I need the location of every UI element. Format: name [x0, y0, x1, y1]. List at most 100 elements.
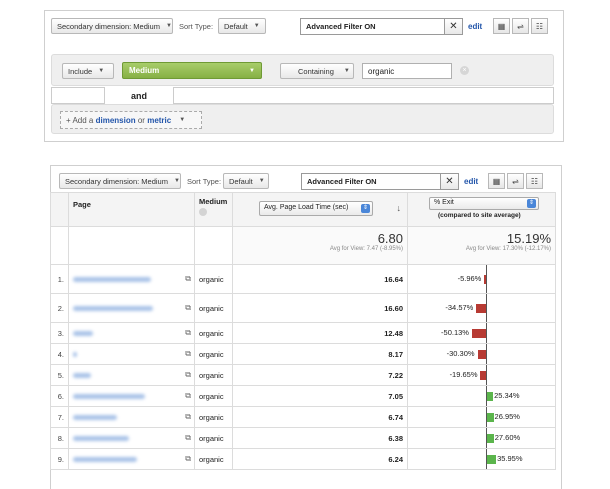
table-row[interactable]: 8. ⧉ organic 6.38 27.60% [50, 427, 556, 449]
advanced-filter-field[interactable]: Advanced Filter ON [301, 173, 441, 190]
table-row[interactable]: 4. ⧉ organic 8.17 -30.30% [50, 343, 556, 365]
page-cell[interactable]: ⧉ [68, 406, 195, 428]
header-page[interactable]: Page [68, 192, 195, 227]
include-label: Include [68, 66, 93, 76]
include-select[interactable]: Include ▼ [62, 63, 114, 79]
totals-metric: 6.80 Avg for View: 7.47 (-8.95%) [232, 226, 408, 265]
filter-text-input[interactable]: organic [362, 63, 452, 79]
page-cell[interactable]: ⧉ [68, 427, 195, 449]
table-row[interactable]: 5. ⧉ organic 7.22 -19.65% [50, 364, 556, 386]
secondary-dimension-label: Secondary dimension: Medium [65, 176, 168, 186]
external-link-icon[interactable]: ⧉ [185, 349, 191, 359]
compare-cell: 27.60% [407, 427, 556, 449]
table-row[interactable]: 1. ⧉ organic 16.64 -5.96% [50, 264, 556, 294]
page-cell[interactable]: ⧉ [68, 343, 195, 365]
edit-filter-link[interactable]: edit [464, 177, 478, 186]
table-row[interactable]: 6. ⧉ organic 7.05 25.34% [50, 385, 556, 407]
page-link[interactable] [73, 351, 77, 357]
filter-panel: Secondary dimension: Medium ▼ Sort Type: … [44, 10, 564, 142]
external-link-icon[interactable]: ⧉ [185, 303, 191, 313]
and-right-input[interactable] [173, 87, 554, 104]
zero-axis [486, 449, 487, 469]
compare-total-note: Avg for View: 17.30% (-12.17%) [465, 246, 551, 252]
medium-cell: organic [194, 448, 233, 470]
page-cell[interactable]: ⧉ [68, 293, 195, 323]
compare-cell: -50.13% [407, 322, 556, 344]
medium-cell: organic [194, 264, 233, 294]
row-index: 6. [50, 385, 69, 407]
page-cell[interactable]: ⧉ [68, 448, 195, 470]
and-left-input[interactable] [51, 87, 105, 104]
add-metric-link[interactable]: metric [147, 116, 171, 125]
header-metric[interactable]: Avg. Page Load Time (sec) ⇕ ↓ [232, 192, 408, 227]
page-link[interactable] [73, 393, 145, 399]
header-medium[interactable]: Medium [194, 192, 233, 227]
external-link-icon[interactable]: ⧉ [185, 328, 191, 338]
table-row[interactable]: 9. ⧉ organic 6.24 35.95% [50, 448, 556, 470]
page-link[interactable] [73, 276, 151, 282]
row-index: 8. [50, 427, 69, 449]
sort-type-select[interactable]: Default ▼ [223, 173, 269, 189]
row-index: 7. [50, 406, 69, 428]
select-arrows-icon: ⇕ [361, 204, 370, 213]
compare-select[interactable]: % Exit ⇕ [429, 197, 539, 210]
page-cell[interactable]: ⧉ [68, 385, 195, 407]
table-row[interactable]: 2. ⧉ organic 16.60 -34.57% [50, 293, 556, 323]
sort-type-select[interactable]: Default ▼ [218, 18, 266, 34]
external-link-icon[interactable]: ⧉ [185, 370, 191, 380]
page-link[interactable] [73, 414, 117, 420]
remove-rule-icon[interactable]: × [460, 66, 469, 75]
page-cell[interactable]: ⧉ [68, 364, 195, 386]
external-link-icon[interactable]: ⧉ [185, 274, 191, 284]
compare-cell: -30.30% [407, 343, 556, 365]
page-link[interactable] [73, 372, 91, 378]
negative-bar [471, 329, 486, 338]
metric-value: 6.74 [232, 406, 408, 428]
sort-type-value: Default [229, 176, 253, 186]
view-compare-button[interactable]: ⇌ [507, 173, 524, 189]
external-link-icon[interactable]: ⧉ [185, 454, 191, 464]
chevron-down-icon: ▼ [253, 23, 260, 29]
secondary-dimension-select[interactable]: Secondary dimension: Medium ▼ [51, 18, 173, 34]
edit-filter-link[interactable]: edit [468, 22, 482, 31]
add-dimension-metric-button[interactable]: + Add a dimension or metric ▼ [60, 111, 202, 129]
external-link-icon[interactable]: ⧉ [185, 391, 191, 401]
clear-filter-button[interactable]: ✕ [441, 173, 459, 190]
page-link[interactable] [73, 305, 153, 311]
dimension-select[interactable]: Medium ▼ [122, 62, 262, 79]
external-link-icon[interactable]: ⧉ [185, 433, 191, 443]
view-pivot-button[interactable]: ☷ [531, 18, 548, 34]
secondary-dimension-select[interactable]: Secondary dimension: Medium ▼ [59, 173, 181, 189]
chevron-down-icon: ▼ [343, 68, 350, 74]
sort-descending-icon[interactable]: ↓ [397, 203, 402, 213]
page-link[interactable] [73, 456, 137, 462]
external-link-icon[interactable]: ⧉ [185, 412, 191, 422]
page-link[interactable] [73, 330, 93, 336]
advanced-filter-field[interactable]: Advanced Filter ON [300, 18, 445, 35]
report-table: Page Medium Avg. Page Load Time (sec) ⇕ … [50, 192, 556, 470]
metric-value: 16.60 [232, 293, 408, 323]
remove-dimension-icon[interactable] [199, 208, 207, 216]
compare-total-value: 15.19% [506, 231, 551, 246]
table-row[interactable]: 3. ⧉ organic 12.48 -50.13% [50, 322, 556, 344]
total-value: 6.80 [377, 231, 403, 246]
header-compare[interactable]: % Exit ⇕ (compared to site average) [407, 192, 556, 227]
view-compare-button[interactable]: ⇌ [512, 18, 529, 34]
page-cell[interactable]: ⧉ [68, 264, 195, 294]
compare-cell: 35.95% [407, 448, 556, 470]
view-table-button[interactable]: ▦ [488, 173, 505, 189]
add-dimension-link[interactable]: dimension [96, 116, 136, 125]
pivot-icon: ☷ [535, 21, 544, 31]
table-row[interactable]: 7. ⧉ organic 6.74 26.95% [50, 406, 556, 428]
select-arrows-icon: ⇕ [527, 199, 536, 208]
compare-percent: -50.13% [441, 328, 469, 337]
medium-cell: organic [194, 406, 233, 428]
page-link[interactable] [73, 435, 129, 441]
match-type-select[interactable]: Containing ▼ [280, 63, 354, 79]
view-table-button[interactable]: ▦ [493, 18, 510, 34]
page-header-label: Page [73, 200, 91, 209]
clear-filter-button[interactable]: ✕ [445, 18, 463, 35]
view-pivot-button[interactable]: ☷ [526, 173, 543, 189]
page-cell[interactable]: ⧉ [68, 322, 195, 344]
metric-select[interactable]: Avg. Page Load Time (sec) ⇕ [259, 201, 373, 216]
